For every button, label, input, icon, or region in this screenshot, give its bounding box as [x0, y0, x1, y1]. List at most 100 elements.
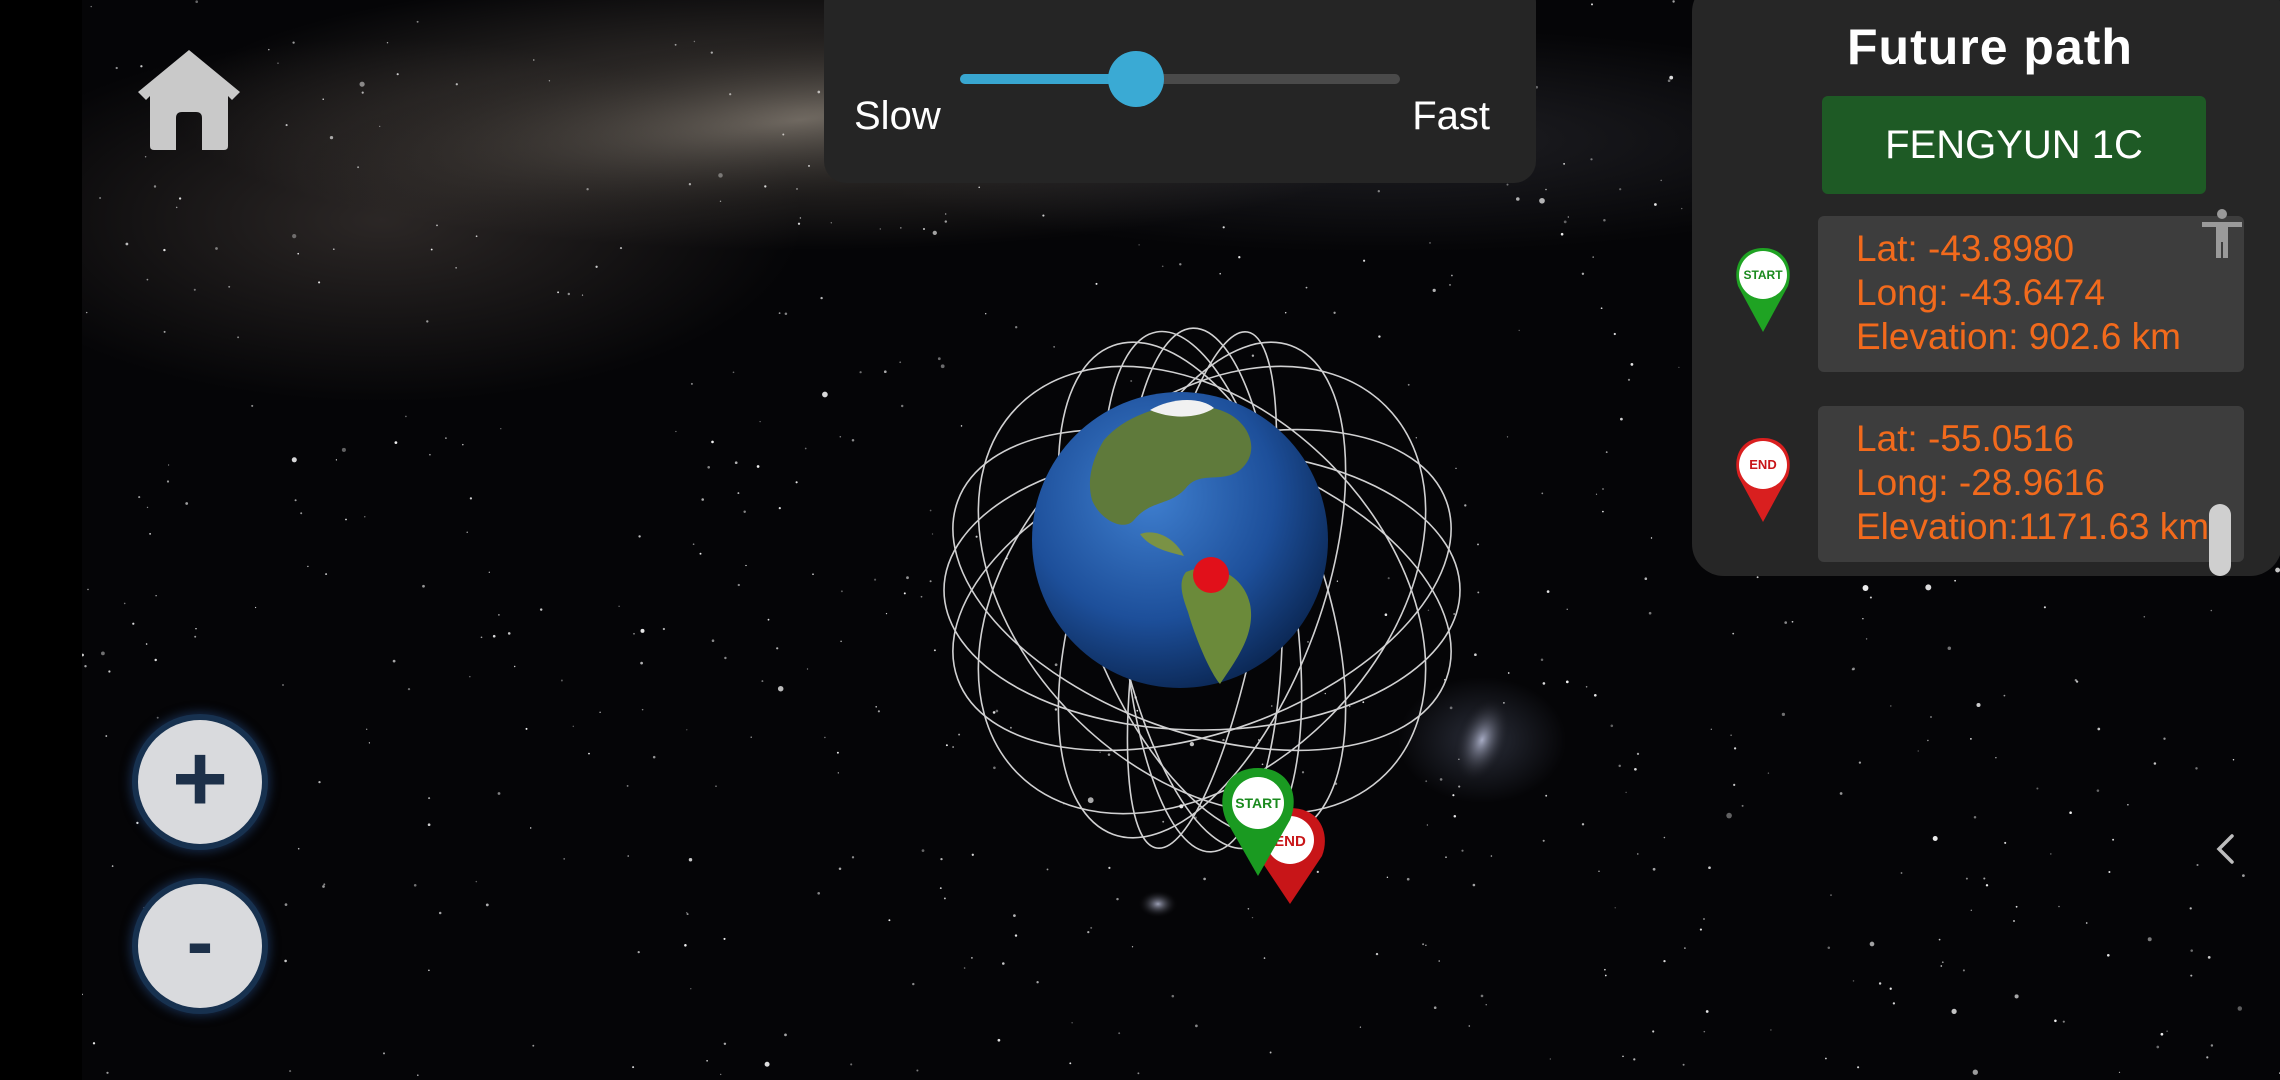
home-button[interactable]	[136, 46, 242, 152]
star	[1566, 608, 1568, 610]
star	[215, 247, 218, 250]
satellite-name-button[interactable]: FENGYUN 1C	[1822, 96, 2206, 194]
star	[960, 425, 963, 427]
star	[885, 613, 888, 615]
star	[438, 911, 442, 915]
star	[292, 233, 297, 239]
star	[1506, 436, 1509, 438]
star	[684, 944, 687, 947]
zoom-out-button[interactable]: -	[138, 884, 262, 1008]
star	[1036, 981, 1039, 984]
star	[1590, 158, 1593, 161]
star	[1432, 288, 1436, 293]
star	[2189, 907, 2192, 910]
star	[993, 766, 996, 770]
star	[1453, 814, 1457, 818]
star	[1449, 284, 1451, 286]
star	[1108, 866, 1111, 870]
satellite-marker[interactable]	[1193, 557, 1229, 593]
star	[1269, 1051, 1272, 1054]
star	[933, 649, 936, 652]
star	[163, 248, 166, 252]
star	[1116, 897, 1119, 901]
star	[817, 891, 821, 895]
star	[1983, 877, 1986, 880]
star	[1770, 1029, 1772, 1031]
star	[1490, 855, 1493, 857]
star	[144, 156, 147, 158]
star	[2013, 920, 2015, 922]
star	[2127, 803, 2129, 806]
star	[307, 565, 309, 568]
star	[662, 627, 666, 631]
star	[627, 855, 629, 857]
star	[2195, 767, 2198, 770]
star	[1377, 190, 1380, 193]
star	[178, 197, 182, 200]
star	[475, 235, 478, 238]
star	[618, 605, 620, 608]
star	[685, 912, 688, 914]
star	[359, 81, 365, 87]
star	[1518, 329, 1520, 332]
zoom-in-button[interactable]: +	[138, 720, 262, 844]
star	[1970, 909, 1972, 911]
star	[737, 583, 740, 587]
star	[923, 228, 925, 230]
star	[1600, 307, 1603, 310]
star	[1652, 1030, 1655, 1033]
star	[1238, 256, 1241, 259]
star	[795, 481, 798, 484]
chevron-left-icon[interactable]	[2214, 832, 2236, 866]
panel-scrollbar[interactable]	[2209, 504, 2231, 576]
star	[1684, 947, 1686, 949]
star	[2190, 949, 2193, 952]
star	[824, 736, 826, 739]
star	[2085, 922, 2088, 924]
star	[325, 573, 328, 576]
star	[799, 217, 802, 219]
star	[507, 632, 511, 635]
star	[920, 595, 923, 598]
star	[1973, 816, 1977, 819]
star	[2143, 615, 2146, 618]
star	[1995, 757, 1997, 759]
star	[1663, 959, 1666, 963]
star	[1348, 705, 1351, 708]
star	[940, 857, 943, 861]
star	[1851, 668, 1854, 671]
star	[750, 736, 752, 738]
star	[632, 1066, 635, 1069]
star	[797, 222, 801, 225]
accessibility-icon[interactable]	[2200, 208, 2244, 260]
star	[335, 459, 338, 461]
star	[155, 595, 157, 597]
star	[2190, 974, 2193, 977]
speed-slider-thumb[interactable]	[1108, 51, 1164, 107]
zoom-out-icon: -	[186, 897, 214, 986]
speed-slider-track[interactable]	[960, 51, 1400, 107]
earth-globe[interactable]	[1032, 392, 1328, 688]
star	[1604, 968, 1606, 971]
star	[1425, 944, 1427, 946]
star	[455, 267, 457, 269]
star	[1932, 836, 1938, 841]
star	[497, 792, 501, 795]
star	[413, 884, 417, 887]
star	[1927, 739, 1929, 742]
star	[525, 727, 528, 730]
star	[366, 728, 368, 730]
star	[707, 466, 710, 469]
star	[90, 5, 92, 8]
star	[1593, 693, 1597, 697]
star	[701, 498, 704, 501]
star	[839, 436, 842, 438]
star	[912, 982, 915, 986]
star	[2004, 841, 2007, 844]
star	[1954, 579, 1956, 582]
star	[693, 40, 696, 43]
star	[1604, 974, 1607, 977]
star	[875, 706, 877, 708]
star	[1162, 820, 1165, 823]
star	[1941, 961, 1944, 964]
